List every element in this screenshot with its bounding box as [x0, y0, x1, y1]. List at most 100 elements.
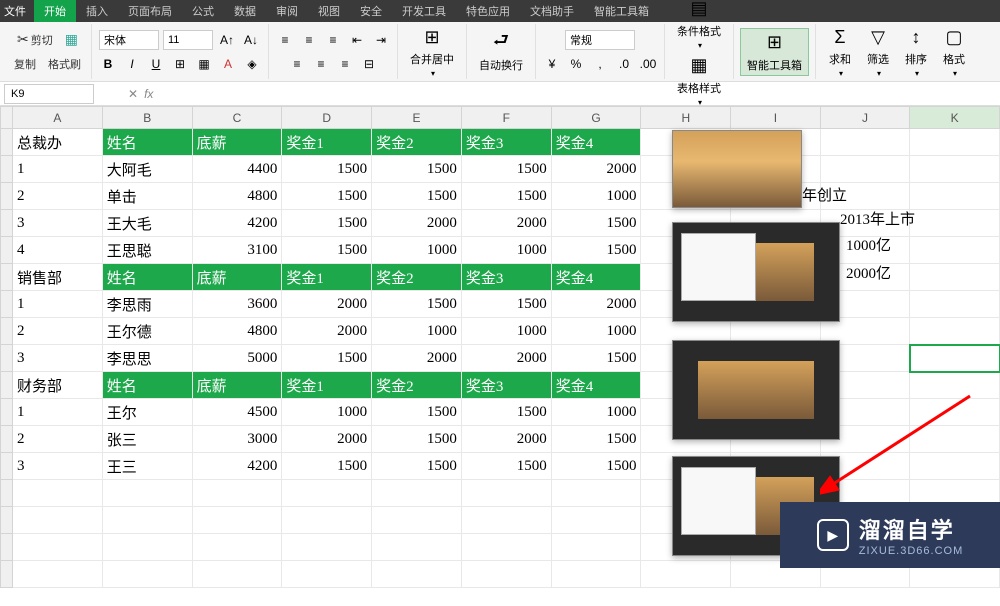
row-header[interactable]: [1, 156, 13, 183]
cell[interactable]: 2000: [282, 318, 372, 345]
cell[interactable]: 4500: [192, 399, 282, 426]
cell[interactable]: 4800: [192, 183, 282, 210]
col-header[interactable]: I: [731, 107, 821, 129]
tab-dochelper[interactable]: 文档助手: [520, 0, 584, 22]
cell[interactable]: 2000: [461, 345, 551, 372]
cell[interactable]: 1000: [551, 318, 641, 345]
cell[interactable]: 财务部: [12, 372, 102, 399]
cell[interactable]: 奖金2: [372, 129, 462, 156]
cell[interactable]: 1500: [282, 237, 372, 264]
cell[interactable]: 奖金4: [551, 129, 641, 156]
row-header[interactable]: [1, 210, 13, 237]
tab-formula[interactable]: 公式: [182, 0, 224, 22]
cell[interactable]: 销售部: [12, 264, 102, 291]
row-header[interactable]: [1, 264, 13, 291]
cell[interactable]: 4200: [192, 453, 282, 480]
cell[interactable]: 李思雨: [102, 291, 192, 318]
cell[interactable]: 3600: [192, 291, 282, 318]
col-header[interactable]: C: [192, 107, 282, 129]
cell[interactable]: 1500: [551, 210, 641, 237]
cell[interactable]: [282, 534, 372, 561]
cell[interactable]: 王尔: [102, 399, 192, 426]
tab-start[interactable]: 开始: [34, 0, 76, 22]
cell[interactable]: [102, 534, 192, 561]
smart-toolbox-button[interactable]: ⊞ 智能工具箱: [740, 28, 809, 76]
cell[interactable]: 王三: [102, 453, 192, 480]
col-header[interactable]: B: [102, 107, 192, 129]
cell[interactable]: [551, 507, 641, 534]
cell[interactable]: [372, 561, 462, 588]
cell[interactable]: 奖金4: [551, 372, 641, 399]
cell[interactable]: 1500: [282, 345, 372, 372]
embedded-image-2[interactable]: [672, 222, 840, 322]
cell[interactable]: [12, 507, 102, 534]
sum-button[interactable]: Σ 求和: [822, 23, 858, 80]
cell[interactable]: [551, 561, 641, 588]
paste-button[interactable]: ▦: [61, 29, 82, 50]
merge-cells-button[interactable]: ⊞ 合并居中: [404, 23, 460, 80]
cell[interactable]: [461, 507, 551, 534]
fill-color-button[interactable]: ▦: [194, 54, 214, 74]
cell[interactable]: [910, 291, 1000, 318]
cell[interactable]: [910, 210, 1000, 237]
cell[interactable]: 1000: [282, 399, 372, 426]
cell[interactable]: 奖金3: [461, 372, 551, 399]
indent-dec-button[interactable]: ⇤: [347, 30, 367, 50]
cell[interactable]: 5000: [192, 345, 282, 372]
tab-security[interactable]: 安全: [350, 0, 392, 22]
embedded-image-1[interactable]: [672, 130, 802, 208]
embedded-image-3[interactable]: [672, 340, 840, 440]
italic-button[interactable]: I: [122, 54, 142, 74]
cell[interactable]: [461, 561, 551, 588]
cell[interactable]: 王大毛: [102, 210, 192, 237]
cell[interactable]: 姓名: [102, 264, 192, 291]
cell[interactable]: 1500: [282, 156, 372, 183]
name-box[interactable]: [4, 84, 94, 104]
row-header[interactable]: [1, 507, 13, 534]
cell[interactable]: 2000: [372, 210, 462, 237]
cell[interactable]: [910, 156, 1000, 183]
cell[interactable]: 1500: [372, 453, 462, 480]
cell[interactable]: [192, 561, 282, 588]
cell[interactable]: [910, 183, 1000, 210]
cell[interactable]: 李思思: [102, 345, 192, 372]
row-header[interactable]: [1, 453, 13, 480]
cell[interactable]: 1500: [282, 453, 372, 480]
wrap-text-button[interactable]: ⮐ 自动换行: [473, 29, 529, 75]
cell[interactable]: 姓名: [102, 129, 192, 156]
row-header[interactable]: [1, 399, 13, 426]
cell[interactable]: [461, 534, 551, 561]
cell[interactable]: 1500: [551, 345, 641, 372]
fx-cancel-icon[interactable]: ✕: [128, 87, 138, 101]
font-shrink-button[interactable]: A↓: [241, 30, 261, 50]
cell[interactable]: 1500: [551, 453, 641, 480]
cell[interactable]: 1500: [551, 426, 641, 453]
cell[interactable]: 1: [12, 399, 102, 426]
sort-button[interactable]: ↕ 排序: [898, 23, 934, 80]
cell[interactable]: 3: [12, 453, 102, 480]
col-header[interactable]: F: [461, 107, 551, 129]
cell[interactable]: 奖金4: [551, 264, 641, 291]
cell[interactable]: 4200: [192, 210, 282, 237]
decimal-dec-button[interactable]: .00: [638, 54, 658, 74]
tab-insert[interactable]: 插入: [76, 0, 118, 22]
cell[interactable]: [192, 480, 282, 507]
font-size-select[interactable]: 11: [163, 30, 213, 50]
cell[interactable]: [372, 534, 462, 561]
cell[interactable]: 奖金3: [461, 264, 551, 291]
filter-button[interactable]: ▽ 筛选: [860, 23, 896, 80]
row-header[interactable]: [1, 183, 13, 210]
cell[interactable]: 2000: [461, 210, 551, 237]
table-style-button[interactable]: ▦ 表格样式: [671, 52, 727, 109]
row-header[interactable]: [1, 345, 13, 372]
cell[interactable]: 1500: [282, 183, 372, 210]
cell[interactable]: [551, 534, 641, 561]
format-painter-button[interactable]: 格式刷: [44, 54, 85, 74]
cell[interactable]: 1500: [461, 453, 551, 480]
font-name-select[interactable]: 宋体: [99, 30, 159, 50]
col-header[interactable]: G: [551, 107, 641, 129]
col-header[interactable]: K: [910, 107, 1000, 129]
cell[interactable]: 1000: [461, 237, 551, 264]
cell[interactable]: [910, 345, 1000, 372]
align-right-button[interactable]: ≡: [335, 54, 355, 74]
